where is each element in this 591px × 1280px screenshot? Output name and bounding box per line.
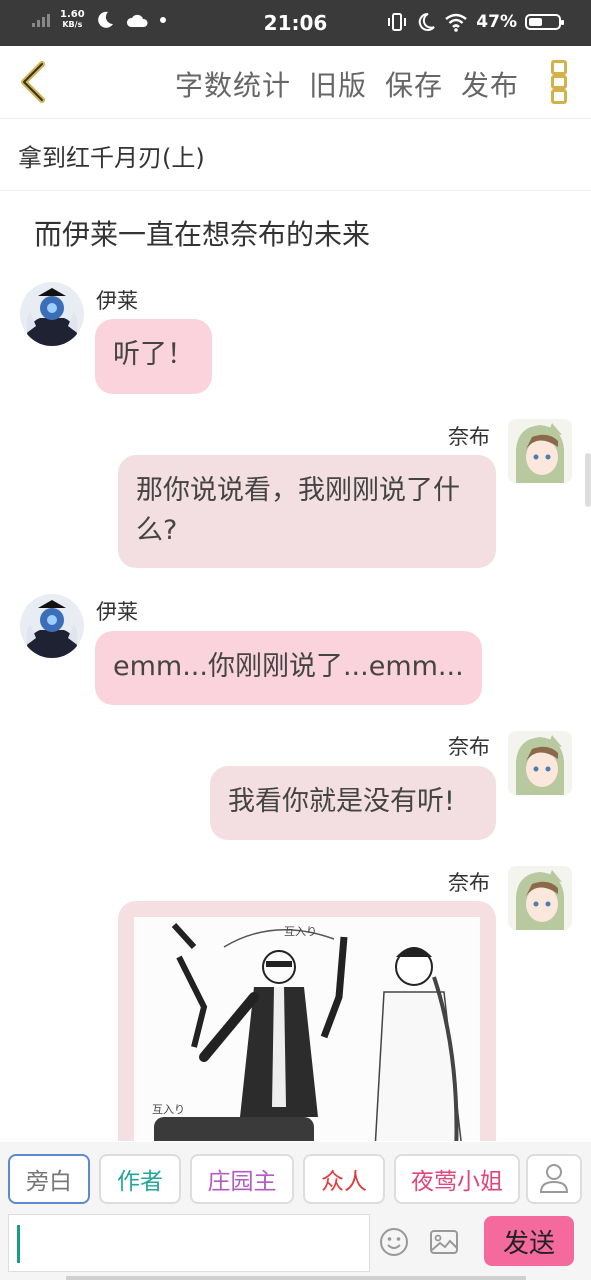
avatar-eli[interactable]	[20, 282, 84, 346]
chapter-title-field[interactable]: 拿到红千月刃(上)	[0, 118, 591, 191]
role-narrator[interactable]: 旁白	[8, 1154, 90, 1204]
sketch-image[interactable]: 互入り 互入り	[134, 917, 480, 1141]
battery-icon	[525, 14, 564, 30]
role-author[interactable]: 作者	[99, 1154, 181, 1204]
avatar-eli[interactable]	[20, 594, 84, 658]
avatar-naib[interactable]	[508, 731, 572, 795]
speaker-name: 伊莱	[96, 600, 138, 624]
narration-text[interactable]: 而伊莱一直在想奈布的未来	[34, 213, 370, 253]
message-bubble[interactable]: 我看你就是没有听!	[210, 766, 496, 840]
save-button[interactable]: 保存	[385, 64, 443, 104]
send-button[interactable]: 发送	[484, 1216, 574, 1266]
back-chevron-icon[interactable]	[14, 60, 54, 104]
person-icon[interactable]	[526, 1154, 582, 1204]
speaker-name: 奈布	[448, 735, 490, 759]
message-bubble[interactable]: 听了！	[95, 319, 212, 394]
chat-content: 而伊莱一直在想奈布的未来 伊莱 听了！ 奈布 那你说说看，我刚刚说了什么? 伊莱…	[0, 191, 591, 1141]
role-everyone[interactable]: 众人	[303, 1154, 385, 1204]
wifi-icon	[445, 13, 468, 32]
vibrate-icon	[388, 13, 407, 31]
avatar-naib[interactable]	[508, 419, 572, 483]
role-selector: 旁白 作者 庄园主 众人 夜莺小姐	[8, 1154, 520, 1204]
chapter-title: 拿到红千月刃(上)	[18, 144, 205, 172]
message-bubble[interactable]: emm...你刚刚说了...emm...	[95, 631, 482, 705]
speaker-name: 奈布	[448, 425, 490, 449]
sketch-caption: 互入り	[152, 1103, 185, 1116]
more-menu-icon[interactable]	[551, 60, 567, 105]
editor-toolbar: 字数统计 旧版 保存 发布	[0, 46, 591, 119]
dnd-moon-icon	[419, 12, 436, 31]
image-icon[interactable]	[429, 1228, 459, 1256]
image-message-bubble[interactable]: 互入り 互入り	[118, 901, 496, 1141]
role-nightingale[interactable]: 夜莺小姐	[394, 1154, 520, 1204]
role-manor-owner[interactable]: 庄园主	[190, 1154, 294, 1204]
avatar-naib[interactable]	[508, 866, 572, 930]
speaker-name: 奈布	[448, 871, 490, 895]
speaker-name: 伊莱	[96, 289, 138, 313]
old-version-button[interactable]: 旧版	[309, 64, 367, 104]
input-panel: 旁白 作者 庄园主 众人 夜莺小姐 发送	[0, 1142, 591, 1280]
text-cursor	[17, 1225, 20, 1263]
emoji-icon[interactable]	[379, 1227, 409, 1257]
sketch-caption: 互入り	[284, 925, 317, 938]
publish-button[interactable]: 发布	[461, 64, 519, 104]
status-bar: 1.60 KB/s 21:06 47%	[0, 0, 591, 46]
scrollbar[interactable]	[585, 453, 591, 507]
gesture-bar	[66, 1276, 526, 1280]
message-input[interactable]	[8, 1214, 370, 1272]
word-count-button[interactable]: 字数统计	[175, 64, 291, 104]
battery-percent: 47%	[476, 12, 517, 32]
message-bubble[interactable]: 那你说说看，我刚刚说了什么?	[118, 455, 496, 568]
